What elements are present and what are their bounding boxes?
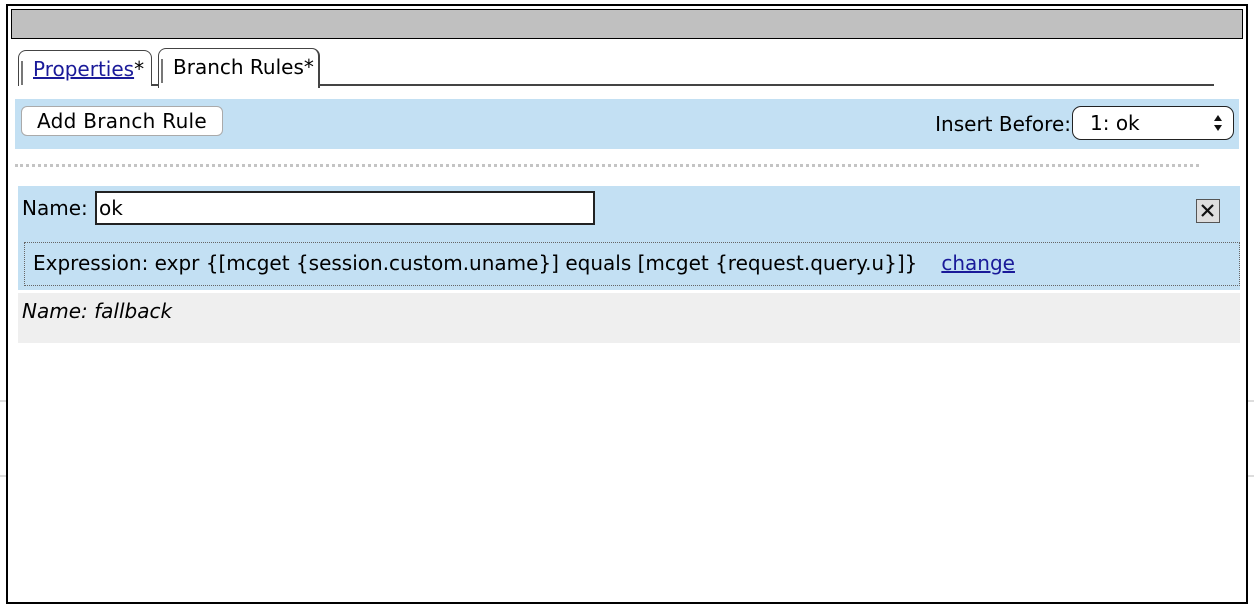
close-icon <box>1201 204 1214 217</box>
delete-rule-button[interactable] <box>1196 199 1220 223</box>
tab-bar: Properties* Branch Rules* <box>18 48 1214 88</box>
rule-name-label: Name: <box>22 196 88 220</box>
change-expression-link[interactable]: change <box>941 251 1015 275</box>
tab-properties-modified-marker: * <box>134 57 145 81</box>
fallback-rule-row[interactable]: Name: fallback <box>18 293 1240 343</box>
branch-rule-panel: Name: ok Expression: expr {[mcget {sessi… <box>18 186 1240 290</box>
tab-properties-link[interactable]: Properties <box>33 57 134 81</box>
add-branch-rule-button[interactable]: Add Branch Rule <box>21 106 223 136</box>
expression-row: Expression: expr {[mcget {session.custom… <box>24 242 1240 286</box>
dialog-titlebar[interactable] <box>11 9 1243 39</box>
tab-properties[interactable]: Properties* <box>18 50 152 86</box>
expression-text: Expression: expr {[mcget {session.custom… <box>33 251 918 275</box>
tab-edge <box>21 61 23 85</box>
branch-rules-dialog: Properties* Branch Rules* Add Branch Rul… <box>6 4 1248 604</box>
dotted-separator <box>15 164 1199 167</box>
insert-before-select[interactable]: 1: ok <box>1072 106 1234 140</box>
branch-toolbar: Add Branch Rule Insert Before: 1: ok <box>15 99 1239 149</box>
select-updown-icon <box>1214 115 1222 131</box>
tab-branch-rules[interactable]: Branch Rules* <box>158 48 320 88</box>
rule-name-input[interactable]: ok <box>95 191 595 225</box>
tab-edge <box>161 59 163 83</box>
insert-before-value: 1: ok <box>1090 111 1140 135</box>
fallback-rule-name: Name: fallback <box>22 299 173 323</box>
tab-branch-rules-label: Branch Rules* <box>173 55 314 79</box>
insert-before-label: Insert Before: <box>935 112 1071 136</box>
